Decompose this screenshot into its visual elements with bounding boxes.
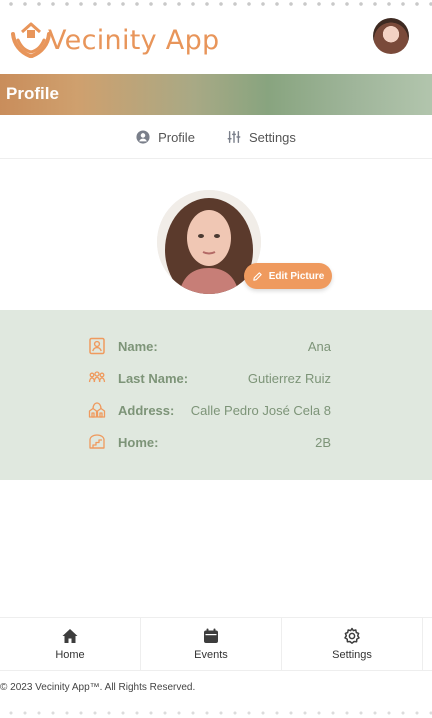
neighborhood-icon xyxy=(88,402,106,418)
edit-picture-button[interactable]: Edit Picture xyxy=(244,263,332,289)
sliders-icon xyxy=(227,131,241,143)
user-avatar[interactable] xyxy=(373,18,409,54)
page-title: Profile xyxy=(6,84,59,103)
nav-settings[interactable]: Settings xyxy=(282,618,423,670)
lastname-value: Gutierrez Ruiz xyxy=(247,370,331,386)
gear-icon xyxy=(344,627,360,644)
stairs-home-icon xyxy=(89,434,105,449)
name-label: Name: xyxy=(118,338,158,354)
nav-events-label: Events xyxy=(194,649,228,661)
nav-home-label: Home xyxy=(55,649,85,661)
tab-settings[interactable]: Settings xyxy=(227,130,296,145)
address-label: Address: xyxy=(118,402,175,418)
app-logo[interactable]: Vecinity App xyxy=(10,14,219,62)
nav-settings-label: Settings xyxy=(332,649,372,661)
address-value: Calle Pedro José Cela 8 xyxy=(190,402,331,418)
home-label: Home: xyxy=(118,434,159,450)
family-icon xyxy=(88,371,106,383)
profile-tabs: Profile Settings xyxy=(0,116,432,159)
id-card-icon xyxy=(89,337,105,355)
name-value: Ana xyxy=(307,338,331,354)
bottom-navigation: Home Events Settings xyxy=(0,617,432,671)
tab-profile-label: Profile xyxy=(158,129,195,145)
tab-settings-label: Settings xyxy=(248,129,296,145)
page-banner: Profile xyxy=(0,74,432,115)
logo-hands-house-icon xyxy=(11,22,51,58)
lastname-label: Last Name: xyxy=(118,370,189,386)
tab-profile[interactable]: Profile xyxy=(136,130,195,145)
calendar-icon xyxy=(204,628,218,643)
profile-info-panel: Name: Ana Last Name: Gutierrez Ruiz Addr… xyxy=(0,310,432,480)
pencil-icon xyxy=(252,271,262,281)
home-icon xyxy=(62,629,78,643)
info-row-home: Home: 2B xyxy=(88,432,331,452)
edit-picture-label: Edit Picture xyxy=(268,270,325,282)
info-row-name: Name: Ana xyxy=(88,336,331,356)
info-row-address: Address: Calle Pedro José Cela 8 xyxy=(88,400,331,420)
nav-home[interactable]: Home xyxy=(0,618,141,670)
nav-events[interactable]: Events xyxy=(141,618,282,670)
app-header: Vecinity App xyxy=(0,10,432,68)
bottom-dotted-border xyxy=(0,709,432,717)
app-name: Vecinity App xyxy=(48,24,220,56)
info-row-lastname: Last Name: Gutierrez Ruiz xyxy=(88,368,331,388)
home-value: 2B xyxy=(315,434,331,450)
top-dotted-border xyxy=(0,0,432,8)
copyright-text: © 2023 Vecinity App™. All Rights Reserve… xyxy=(0,682,196,693)
user-circle-icon xyxy=(136,130,150,144)
